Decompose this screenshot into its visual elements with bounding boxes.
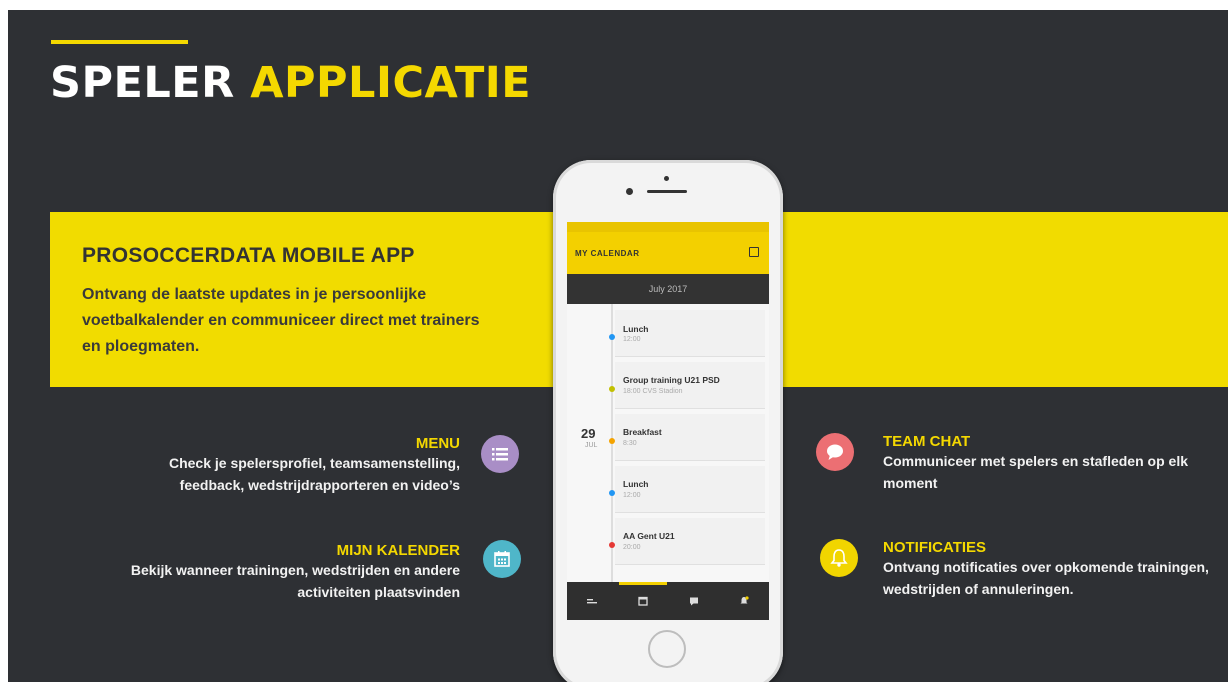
- title-white: SPELER: [50, 58, 235, 108]
- feature-menu-title: MENU: [415, 435, 460, 452]
- band-text: Ontvang de laatste updates in je persoon…: [82, 286, 480, 355]
- day-month: JUL: [585, 442, 598, 449]
- calendar-icon[interactable]: [638, 596, 648, 606]
- month-header: July 2017: [567, 274, 769, 304]
- app-bar-title: MY CALENDAR: [575, 249, 640, 258]
- phone-screen: MY CALENDAR July 2017 29 JUL Lunch 12:00…: [567, 222, 769, 620]
- calendar-icon: [483, 540, 521, 578]
- event-time: 12:00: [623, 336, 641, 343]
- phone-mockup: MY CALENDAR July 2017 29 JUL Lunch 12:00…: [553, 160, 783, 682]
- event-dot: [609, 438, 615, 444]
- feature-kalender: MIJN KALENDER Bekijk wanneer trainingen,…: [108, 542, 460, 603]
- feature-chat: TEAM CHAT Communiceer met spelers en sta…: [883, 433, 1228, 494]
- bell-icon: [820, 539, 858, 577]
- feature-kalender-title: MIJN KALENDER: [336, 542, 460, 559]
- event-dot: [609, 490, 615, 496]
- chat-bubble-icon: [816, 433, 854, 471]
- event-dot: [609, 542, 615, 548]
- phone-proximity-sensor: [664, 176, 669, 181]
- feature-menu-text: Check je spelersprofiel, teamsamenstelli…: [168, 455, 460, 493]
- event-dot: [609, 334, 615, 340]
- day-number: 29: [581, 426, 596, 441]
- chat-icon[interactable]: [689, 596, 699, 606]
- event-name: Lunch: [623, 324, 649, 334]
- feature-kalender-text: Bekijk wanneer trainingen, wedstrijden e…: [130, 562, 460, 600]
- feature-notificaties: NOTIFICATIES Ontvang notificaties over o…: [883, 539, 1213, 600]
- event-name: Group training U21 PSD: [623, 375, 720, 385]
- event-name: Breakfast: [623, 427, 662, 437]
- event-name: Lunch: [623, 479, 649, 489]
- phone-speaker: [647, 190, 687, 193]
- feature-notificaties-text: Ontvang notificaties over opkomende trai…: [883, 559, 1209, 597]
- home-button[interactable]: [648, 630, 686, 668]
- app-bar: MY CALENDAR: [567, 232, 769, 274]
- title-accent-bar: [51, 40, 188, 44]
- status-bar: [567, 222, 769, 232]
- list-icon: [481, 435, 519, 473]
- phone-camera: [626, 188, 633, 195]
- event-list: 29 JUL Lunch 12:00 Group training U21 PS…: [567, 304, 769, 594]
- feature-menu: MENU Check je spelersprofiel, teamsamens…: [108, 435, 460, 496]
- month-label: July 2017: [648, 284, 688, 294]
- band-title: PROSOCCERDATA MOBILE APP: [82, 244, 415, 267]
- event-dot: [609, 386, 615, 392]
- event-time: 20:00: [623, 544, 641, 551]
- event-name: AA Gent U21: [623, 531, 675, 541]
- calendar-toggle-icon[interactable]: [749, 247, 759, 257]
- list-item[interactable]: [615, 414, 765, 461]
- title-yellow: APPLICATIE: [250, 58, 532, 108]
- event-time: 18:00 CVS Stadion: [623, 388, 683, 395]
- tab-indicator: [619, 582, 667, 585]
- timeline-line: [611, 304, 613, 594]
- menu-icon[interactable]: [587, 596, 597, 606]
- page-title: SPELER APPLICATIE: [50, 58, 531, 108]
- event-time: 8:30: [623, 440, 637, 447]
- list-item[interactable]: [615, 362, 765, 409]
- notification-icon[interactable]: [739, 596, 749, 606]
- slide: SPELER APPLICATIE PROSOCCERDATA MOBILE A…: [8, 10, 1228, 682]
- feature-chat-text: Communiceer met spelers en stafleden op …: [883, 453, 1188, 491]
- feature-chat-title: TEAM CHAT: [883, 433, 971, 450]
- tab-bar: [567, 582, 769, 620]
- event-time: 12:00: [623, 492, 641, 499]
- feature-notificaties-title: NOTIFICATIES: [883, 539, 987, 556]
- list-item[interactable]: [615, 466, 765, 513]
- list-item[interactable]: [615, 518, 765, 565]
